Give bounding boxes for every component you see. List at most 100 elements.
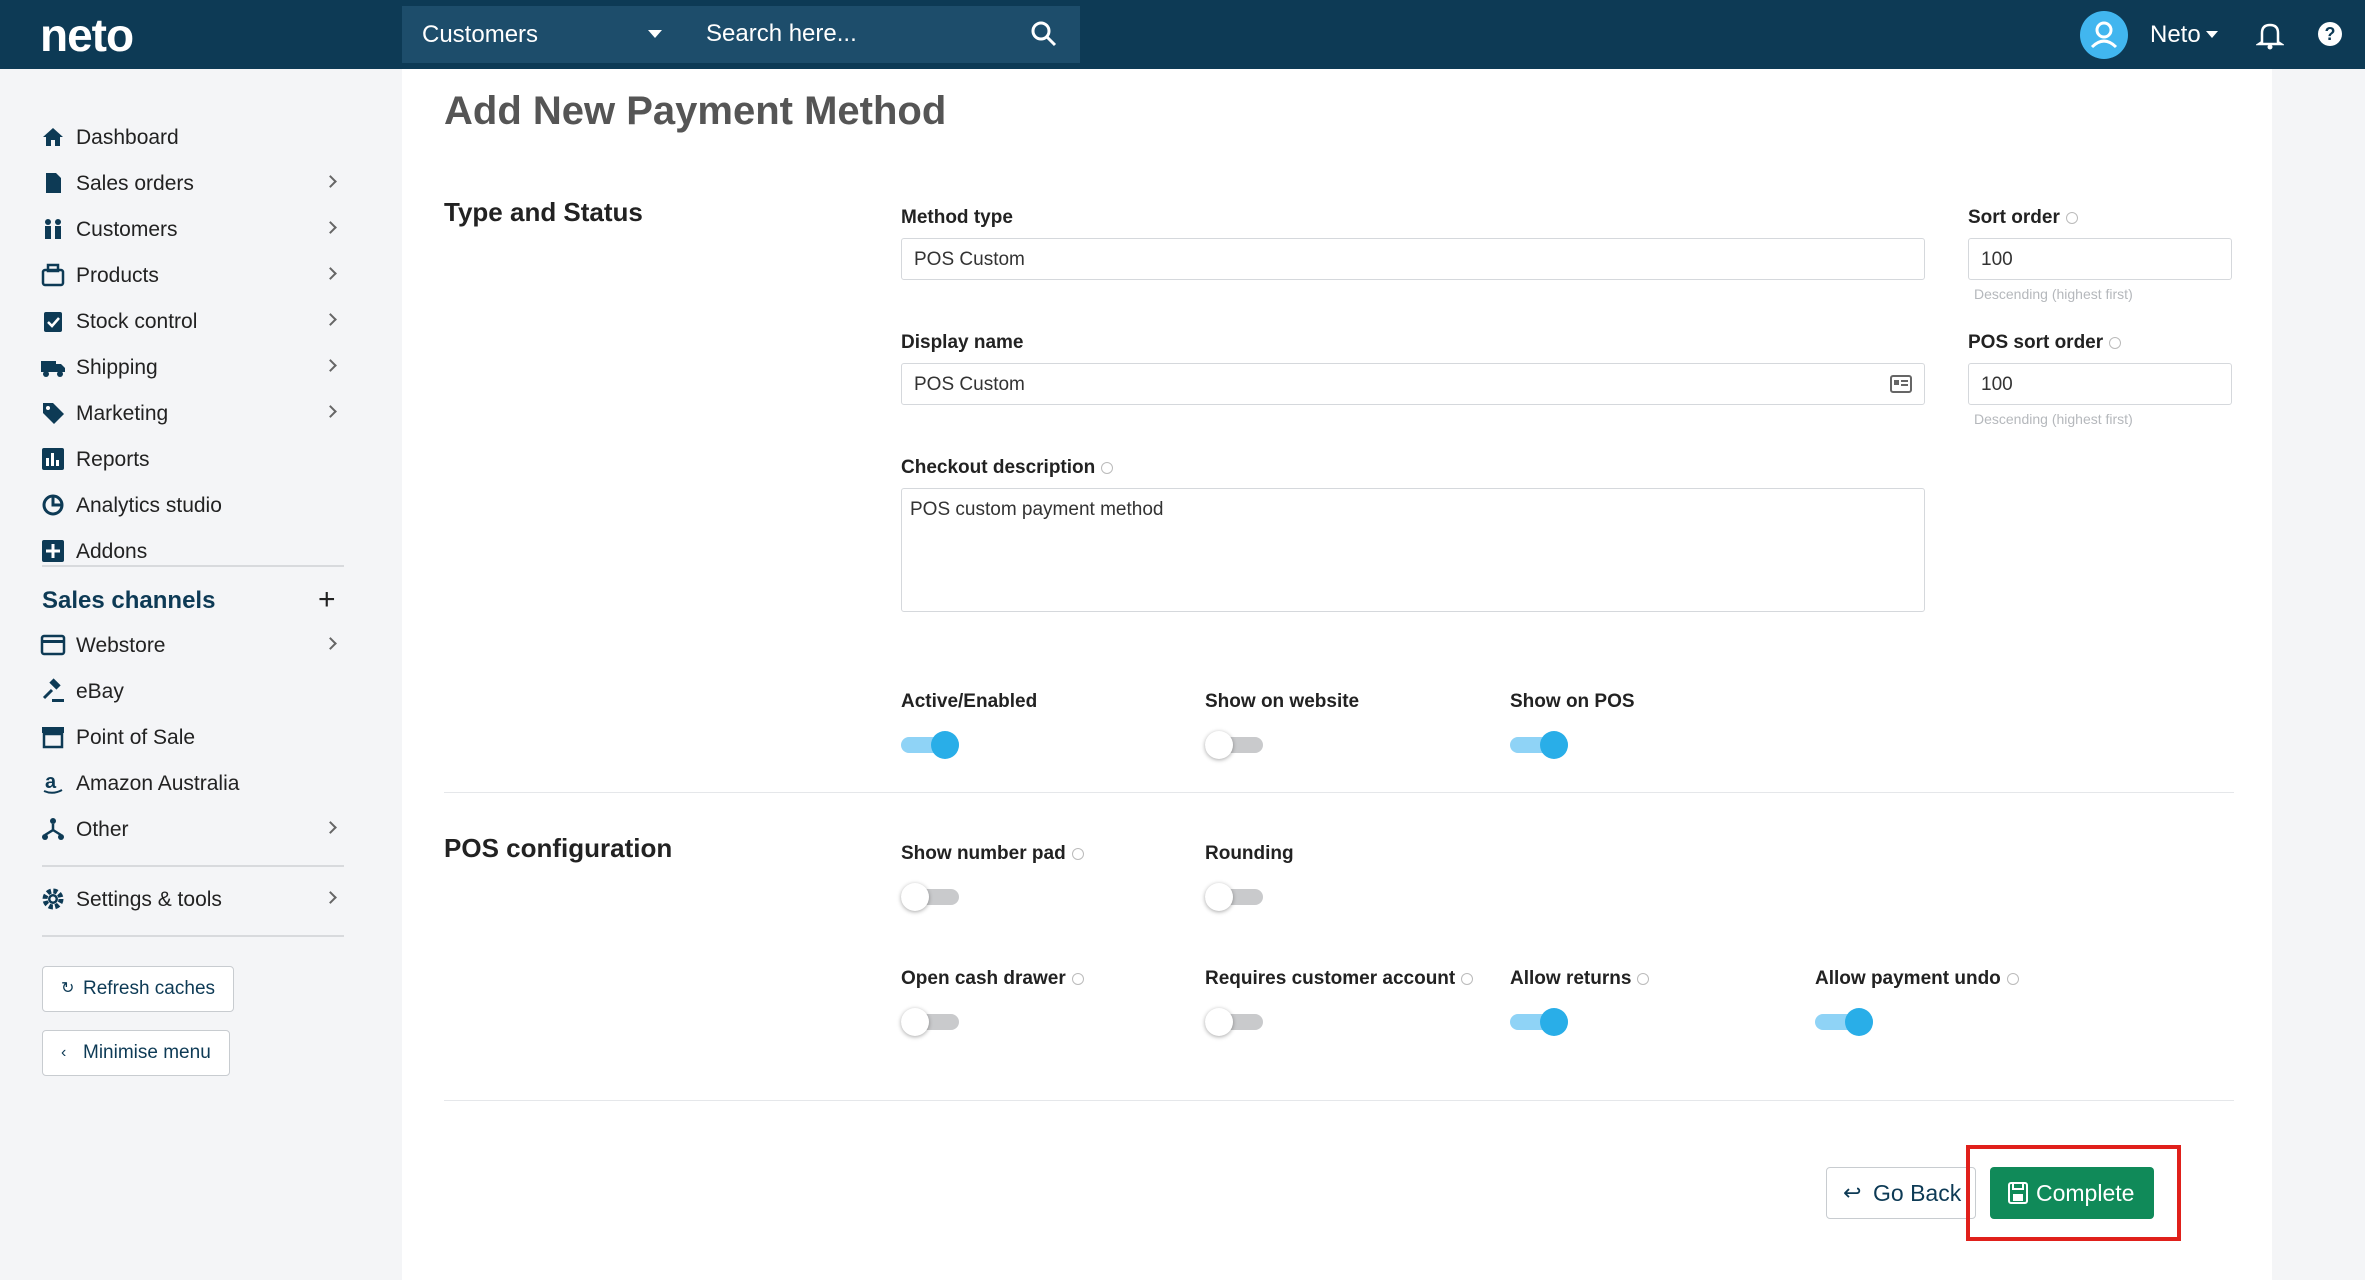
pos-sort-order-input[interactable]: 100 — [1968, 363, 2232, 405]
minimise-menu-button[interactable]: ‹ Minimise menu — [42, 1030, 230, 1076]
sidebar-divider — [42, 935, 344, 937]
main-panel: Add New Payment Method Type and Status M… — [402, 69, 2272, 1280]
bar-chart-icon — [42, 448, 64, 470]
checkout-description-textarea[interactable]: POS custom payment method — [901, 488, 1925, 612]
chevron-right-icon — [324, 405, 337, 418]
display-name-label: Display name — [901, 332, 1024, 353]
sidebar-item-sales-orders[interactable]: Sales orders — [40, 163, 345, 203]
show-on-website-label: Show on website — [1205, 691, 1360, 712]
active-enabled-label: Active/Enabled — [901, 691, 1038, 712]
search-bar: Customers Search here... — [402, 6, 1080, 63]
sidebar-item-amazon-australia[interactable]: a Amazon Australia — [40, 763, 345, 803]
sidebar-item-marketing[interactable]: Marketing — [40, 393, 345, 433]
info-icon[interactable] — [2065, 211, 2078, 224]
chevron-right-icon — [324, 267, 337, 280]
sidebar-item-ebay[interactable]: eBay — [40, 671, 345, 711]
undo-arrow-icon: ↩ — [1843, 1180, 1862, 1205]
chevron-right-icon — [324, 637, 337, 650]
show-number-pad-toggle[interactable] — [901, 882, 959, 912]
sidebar-item-dashboard[interactable]: Dashboard — [40, 117, 345, 157]
user-menu[interactable]: Neto — [2150, 21, 2201, 49]
user-avatar-icon[interactable] — [2080, 11, 2128, 59]
sidebar-item-customers[interactable]: Customers — [40, 209, 345, 249]
chevron-right-icon — [324, 221, 337, 234]
pos-sort-order-hint: Descending (highest first) — [1974, 411, 2133, 427]
neto-logo[interactable]: neto — [40, 8, 134, 62]
chevron-right-icon — [324, 891, 337, 904]
chevron-right-icon — [324, 313, 337, 326]
open-cash-drawer-toggle[interactable] — [901, 1007, 959, 1037]
info-icon[interactable] — [1637, 972, 1650, 985]
requires-customer-account-toggle[interactable] — [1205, 1007, 1263, 1037]
show-on-pos-label: Show on POS — [1510, 691, 1635, 712]
sidebar-item-products[interactable]: Products — [40, 255, 345, 295]
sidebar-item-reports[interactable]: Reports — [40, 439, 345, 479]
pos-sort-order-label: POS sort order — [1968, 332, 2122, 354]
gear-icon — [42, 888, 64, 910]
sidebar-item-analytics-studio[interactable]: Analytics studio — [40, 485, 345, 525]
add-channel-icon[interactable]: + — [318, 583, 336, 617]
active-enabled-toggle[interactable] — [901, 730, 959, 760]
info-icon[interactable] — [2006, 972, 2019, 985]
section-divider — [444, 1100, 2234, 1101]
search-icon[interactable] — [1030, 20, 1058, 48]
show-on-website-toggle[interactable] — [1205, 730, 1263, 760]
go-back-button[interactable]: ↩ Go Back — [1826, 1167, 1976, 1219]
page-title: Add New Payment Method — [444, 89, 947, 133]
chevron-right-icon — [324, 359, 337, 372]
users-icon — [45, 219, 61, 239]
info-icon[interactable] — [1461, 972, 1474, 985]
info-icon[interactable] — [1101, 461, 1114, 474]
products-icon — [41, 263, 65, 287]
sidebar-item-point-of-sale[interactable]: Point of Sale — [40, 717, 345, 757]
display-name-input[interactable]: POS Custom — [901, 363, 1925, 405]
allow-payment-undo-toggle[interactable] — [1815, 1007, 1873, 1037]
chevron-down-icon[interactable] — [648, 30, 662, 38]
sidebar-divider — [42, 565, 344, 567]
open-cash-drawer-label: Open cash drawer — [901, 968, 1084, 990]
info-icon[interactable] — [1071, 972, 1084, 985]
clipboard-check-icon — [44, 312, 62, 332]
truck-icon — [41, 361, 65, 377]
sales-channels-title: Sales channels — [42, 587, 216, 614]
store-icon — [42, 727, 64, 749]
sort-order-hint: Descending (highest first) — [1974, 286, 2133, 302]
section-divider — [444, 792, 2234, 793]
search-scope-select[interactable]: Customers — [422, 21, 538, 49]
analytics-icon — [42, 494, 64, 516]
pos-configuration-title: POS configuration — [444, 833, 673, 863]
chevron-right-icon — [324, 175, 337, 188]
show-number-pad-label: Show number pad — [901, 843, 1084, 865]
sidebar-item-settings-tools[interactable]: Settings & tools — [40, 879, 345, 919]
search-input[interactable]: Search here... — [706, 20, 857, 48]
sidebar-item-stock-control[interactable]: Stock control — [40, 301, 345, 341]
type-status-title: Type and Status — [444, 197, 643, 227]
chevron-left-icon: ‹ — [61, 1044, 67, 1061]
sidebar-item-other[interactable]: Other — [40, 809, 345, 849]
info-icon[interactable] — [2109, 336, 2122, 349]
highlight-box — [1966, 1145, 2181, 1241]
card-details-icon[interactable] — [1890, 374, 1912, 394]
allow-returns-toggle[interactable] — [1510, 1007, 1568, 1037]
amazon-icon: a — [43, 771, 63, 794]
sidebar-item-webstore[interactable]: Webstore — [40, 625, 345, 665]
webstore-icon — [40, 634, 66, 656]
refresh-icon: ↻ — [61, 980, 75, 997]
sort-order-input[interactable]: 100 — [1968, 238, 2232, 280]
checkout-description-label: Checkout description — [901, 457, 1114, 479]
svg-text:a: a — [45, 771, 57, 793]
help-icon[interactable]: ? — [2318, 22, 2342, 46]
rounding-toggle[interactable] — [1205, 882, 1263, 912]
document-icon — [46, 173, 61, 193]
refresh-caches-button[interactable]: ↻ Refresh caches — [42, 966, 234, 1012]
show-on-pos-toggle[interactable] — [1510, 730, 1568, 760]
sort-order-label: Sort order — [1968, 207, 2078, 229]
bell-icon[interactable] — [2256, 20, 2284, 50]
info-icon[interactable] — [1071, 847, 1084, 860]
sidebar-item-shipping[interactable]: Shipping — [40, 347, 345, 387]
chevron-down-icon[interactable] — [2206, 31, 2218, 38]
gavel-icon — [42, 678, 64, 702]
network-icon — [42, 818, 64, 840]
method-type-field[interactable]: POS Custom — [901, 238, 1925, 280]
chevron-right-icon — [324, 821, 337, 834]
